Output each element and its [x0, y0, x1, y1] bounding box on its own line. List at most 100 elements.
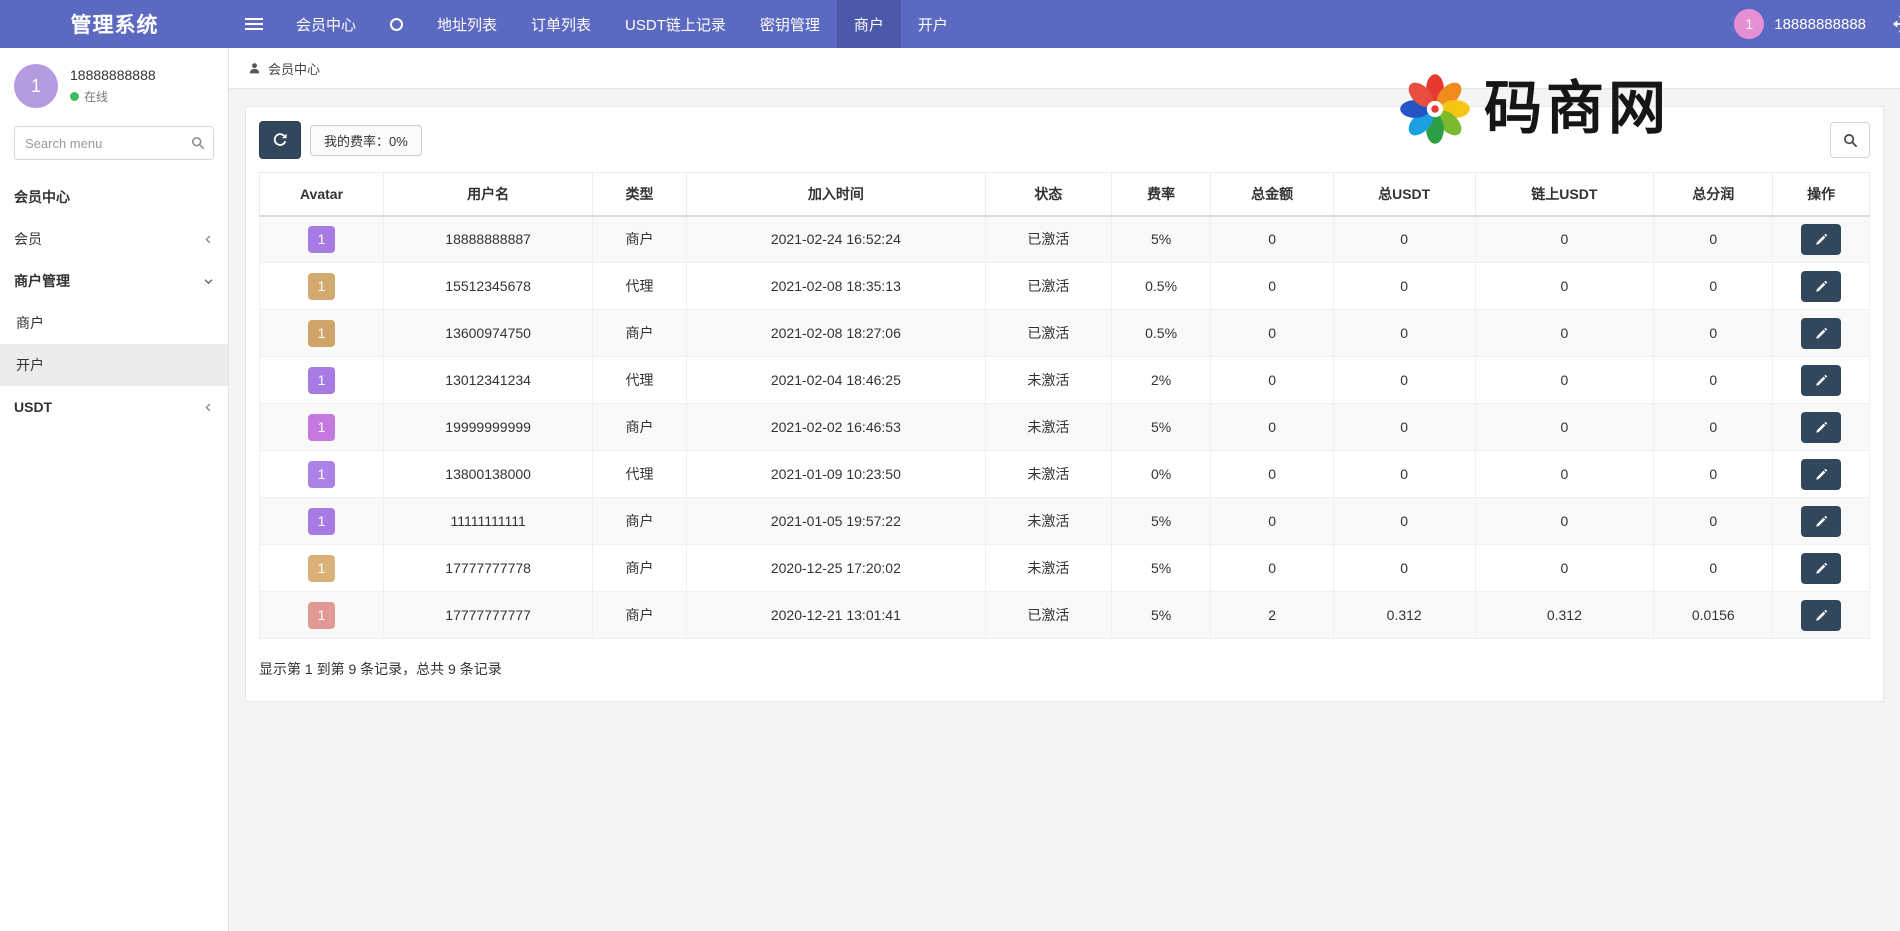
actions-cell: [1773, 545, 1870, 592]
table-row: 118888888887商户2021-02-24 16:52:24已激活5%00…: [260, 216, 1870, 263]
members-table: Avatar用户名类型加入时间状态费率总金额总USDT链上USDT总分润操作 1…: [259, 172, 1870, 639]
total-usdt-cell: 0: [1333, 404, 1475, 451]
column-header: 总分润: [1654, 173, 1773, 216]
rate-cell: 5%: [1111, 498, 1211, 545]
refresh-button[interactable]: [259, 121, 301, 159]
sidebar-item-label: 商户管理: [14, 271, 70, 291]
total-amount-cell: 2: [1211, 592, 1333, 639]
row-avatar: 1: [308, 226, 335, 253]
sidebar-item[interactable]: USDT: [0, 386, 228, 428]
username-cell: 18888888887: [383, 216, 592, 263]
nav-item[interactable]: 开户: [901, 0, 965, 48]
total-usdt-cell: 0: [1333, 545, 1475, 592]
circle-icon[interactable]: [373, 0, 420, 48]
table-toolbar: 我的费率：0%: [259, 121, 1870, 159]
sidebar-item-label: 商户: [16, 313, 44, 333]
table-search-button[interactable]: [1830, 122, 1870, 158]
nav-item[interactable]: 商户: [837, 0, 901, 48]
rate-cell: 5%: [1111, 404, 1211, 451]
my-rate-button[interactable]: 我的费率：0%: [310, 125, 422, 156]
username-cell: 13600974750: [383, 310, 592, 357]
join-time-cell: 2020-12-25 17:20:02: [686, 545, 985, 592]
sidebar-search: [14, 126, 214, 160]
status-cell: 未激活: [986, 545, 1112, 592]
breadcrumb: 会员中心: [229, 48, 1900, 89]
type-cell: 商户: [593, 592, 686, 639]
search-icon[interactable]: [191, 136, 205, 150]
edit-button[interactable]: [1801, 459, 1841, 490]
edit-button[interactable]: [1801, 365, 1841, 396]
nav-item[interactable]: 地址列表: [420, 0, 514, 48]
edit-button[interactable]: [1801, 506, 1841, 537]
sidebar-avatar: 1: [14, 64, 58, 108]
total-amount-cell: 0: [1211, 404, 1333, 451]
total-profit-cell: 0: [1654, 545, 1773, 592]
nav-item[interactable]: USDT链上记录: [608, 0, 743, 48]
total-amount-cell: 0: [1211, 357, 1333, 404]
hamburger-menu-icon[interactable]: [229, 0, 279, 48]
username-cell: 17777777777: [383, 592, 592, 639]
table-row: 115512345678代理2021-02-08 18:35:13已激活0.5%…: [260, 263, 1870, 310]
actions-cell: [1773, 357, 1870, 404]
chain-usdt-cell: 0: [1475, 310, 1654, 357]
navbar-user-phone: 18888888888: [1774, 16, 1866, 33]
sidebar-item-label: 会员: [14, 229, 42, 249]
table-row: 111111111111商户2021-01-05 19:57:22未激活5%00…: [260, 498, 1870, 545]
type-cell: 商户: [593, 310, 686, 357]
total-profit-cell: 0: [1654, 451, 1773, 498]
nav-item[interactable]: 订单列表: [514, 0, 608, 48]
row-avatar: 1: [308, 555, 335, 582]
sidebar-username: 18888888888: [70, 67, 156, 83]
chevron-down-icon: [203, 276, 214, 287]
type-cell: 代理: [593, 263, 686, 310]
chain-usdt-cell: 0.312: [1475, 592, 1654, 639]
logout-icon[interactable]: [1890, 13, 1900, 35]
rate-cell: 5%: [1111, 216, 1211, 263]
column-header: 链上USDT: [1475, 173, 1654, 216]
record-count-summary: 显示第 1 到第 9 条记录，总共 9 条记录: [259, 659, 1870, 679]
sidebar: 1 18888888888 在线 会员中心会员商户管理商户开户USDT: [0, 48, 229, 931]
sidebar-item[interactable]: 商户: [0, 302, 228, 344]
column-header: 操作: [1773, 173, 1870, 216]
nav-item[interactable]: 密钥管理: [743, 0, 837, 48]
edit-button[interactable]: [1801, 553, 1841, 584]
column-header: 状态: [986, 173, 1112, 216]
app-title: 管理系统: [0, 0, 229, 48]
chain-usdt-cell: 0: [1475, 498, 1654, 545]
row-avatar: 1: [308, 602, 335, 629]
table-header-row: Avatar用户名类型加入时间状态费率总金额总USDT链上USDT总分润操作: [260, 173, 1870, 216]
row-avatar: 1: [308, 367, 335, 394]
edit-button[interactable]: [1801, 271, 1841, 302]
online-status: 在线: [70, 88, 156, 105]
type-cell: 商户: [593, 498, 686, 545]
edit-button[interactable]: [1801, 318, 1841, 349]
sidebar-item[interactable]: 商户管理: [0, 260, 228, 302]
sidebar-item[interactable]: 会员中心: [0, 176, 228, 218]
navbar-user[interactable]: 1 18888888888: [1734, 0, 1900, 48]
row-avatar: 1: [308, 461, 335, 488]
rate-cell: 5%: [1111, 592, 1211, 639]
status-cell: 未激活: [986, 451, 1112, 498]
actions-cell: [1773, 592, 1870, 639]
chain-usdt-cell: 0: [1475, 545, 1654, 592]
total-usdt-cell: 0: [1333, 310, 1475, 357]
avatar-cell: 1: [260, 263, 384, 310]
avatar-cell: 1: [260, 216, 384, 263]
status-cell: 未激活: [986, 357, 1112, 404]
avatar-cell: 1: [260, 498, 384, 545]
join-time-cell: 2020-12-21 13:01:41: [686, 592, 985, 639]
edit-button[interactable]: [1801, 600, 1841, 631]
nav-item[interactable]: 会员中心: [279, 0, 373, 48]
edit-button[interactable]: [1801, 224, 1841, 255]
total-amount-cell: 0: [1211, 498, 1333, 545]
navbar-user-avatar: 1: [1734, 9, 1764, 39]
edit-button[interactable]: [1801, 412, 1841, 443]
content: 我的费率：0% Avatar用户名类型加入时间状态费率总金额总USDT链上USD…: [229, 89, 1900, 719]
breadcrumb-label: 会员中心: [268, 59, 320, 78]
total-usdt-cell: 0: [1333, 216, 1475, 263]
search-input[interactable]: [14, 126, 214, 160]
sidebar-item[interactable]: 会员: [0, 218, 228, 260]
status-cell: 已激活: [986, 216, 1112, 263]
sidebar-item[interactable]: 开户: [0, 344, 228, 386]
chain-usdt-cell: 0: [1475, 451, 1654, 498]
